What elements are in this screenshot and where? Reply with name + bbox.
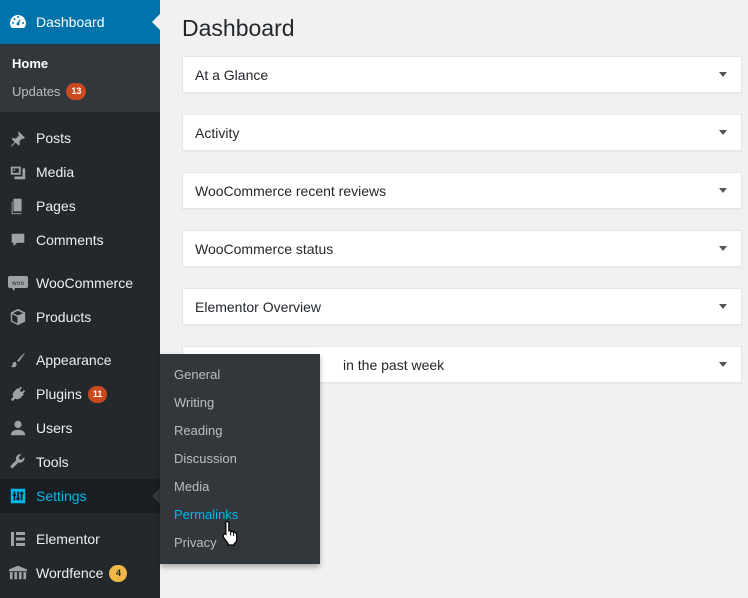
updates-count-badge: 13 xyxy=(66,82,87,100)
menu-pages-label: Pages xyxy=(36,198,76,214)
menu-woocommerce[interactable]: woo WooCommerce xyxy=(0,266,160,300)
menu-appearance-label: Appearance xyxy=(36,352,112,368)
widget-title: WooCommerce recent reviews xyxy=(195,182,387,199)
flyout-item-privacy[interactable]: Privacy xyxy=(160,528,320,556)
menu-posts-label: Posts xyxy=(36,130,72,146)
comment-bubble-icon xyxy=(0,231,36,249)
toggle-arrow-icon[interactable] xyxy=(719,246,727,251)
flyout-item-media[interactable]: Media xyxy=(160,472,320,500)
submenu-updates[interactable]: Updates 13 xyxy=(0,77,160,105)
user-icon xyxy=(0,419,36,437)
menu-comments-label: Comments xyxy=(36,232,104,248)
dashboard-icon xyxy=(0,12,36,32)
menu-tools[interactable]: Tools xyxy=(0,445,160,479)
page-title: Dashboard xyxy=(182,15,295,41)
media-icon xyxy=(0,163,36,181)
submenu-home[interactable]: Home xyxy=(0,49,160,77)
menu-dashboard-label: Dashboard xyxy=(36,14,105,30)
menu-wordfence-label: Wordfence xyxy=(36,565,104,581)
wordfence-icon xyxy=(0,565,36,581)
menu-woocommerce-label: WooCommerce xyxy=(36,275,133,291)
toggle-arrow-icon[interactable] xyxy=(719,362,727,367)
widget-elementor-overview[interactable]: Elementor Overview xyxy=(182,288,742,325)
menu-plugins[interactable]: Plugins 11 xyxy=(0,377,160,411)
toggle-arrow-icon[interactable] xyxy=(719,130,727,135)
widget-title: Elementor Overview xyxy=(195,298,322,315)
svg-text:woo: woo xyxy=(12,280,25,287)
plug-icon xyxy=(0,385,36,403)
menu-users[interactable]: Users xyxy=(0,411,160,445)
menu-elementor[interactable]: Elementor xyxy=(0,522,160,556)
hand-pointer-cursor-icon xyxy=(222,520,238,546)
elementor-icon xyxy=(0,531,36,547)
pages-icon xyxy=(0,197,36,215)
widget-title: At a Glance xyxy=(195,66,269,83)
menu-plugins-label: Plugins xyxy=(36,386,82,402)
flyout-item-general[interactable]: General xyxy=(160,360,320,388)
widget-title: in the past week xyxy=(343,356,445,373)
menu-wordfence[interactable]: Wordfence 4 xyxy=(0,556,160,590)
wordfence-count-badge: 4 xyxy=(109,564,128,582)
widget-title: WooCommerce status xyxy=(195,240,334,257)
toggle-arrow-icon[interactable] xyxy=(719,304,727,309)
menu-appearance[interactable]: Appearance xyxy=(0,343,160,377)
box-icon xyxy=(0,308,36,326)
flyout-item-permalinks[interactable]: Permalinks xyxy=(160,500,320,528)
menu-media-label: Media xyxy=(36,164,75,180)
menu-media[interactable]: Media xyxy=(0,155,160,189)
menu-tools-label: Tools xyxy=(36,454,69,470)
widget-activity[interactable]: Activity xyxy=(182,114,742,151)
woocommerce-icon: woo xyxy=(0,275,36,291)
menu-pages[interactable]: Pages xyxy=(0,189,160,223)
menu-settings[interactable]: Settings xyxy=(0,479,160,513)
widget-at-a-glance[interactable]: At a Glance xyxy=(182,56,742,93)
submenu-updates-label: Updates xyxy=(12,83,61,99)
wrench-icon xyxy=(0,453,36,471)
paintbrush-icon xyxy=(0,351,36,369)
widget-title: Activity xyxy=(195,124,240,141)
menu-products[interactable]: Products xyxy=(0,300,160,334)
settings-sliders-icon xyxy=(0,487,36,505)
menu-elementor-label: Elementor xyxy=(36,531,100,547)
widget-woocommerce-status[interactable]: WooCommerce status xyxy=(182,230,742,267)
plugins-count-badge: 11 xyxy=(87,385,108,403)
pushpin-icon xyxy=(0,129,36,147)
admin-sidebar: Dashboard Home Updates 13 Posts Media Pag… xyxy=(0,0,160,598)
menu-products-label: Products xyxy=(36,309,92,325)
menu-users-label: Users xyxy=(36,420,73,436)
menu-dashboard[interactable]: Dashboard xyxy=(0,0,160,44)
flyout-item-discussion[interactable]: Discussion xyxy=(160,444,320,472)
toggle-arrow-icon[interactable] xyxy=(719,72,727,77)
flyout-item-reading[interactable]: Reading xyxy=(160,416,320,444)
menu-posts[interactable]: Posts xyxy=(0,121,160,155)
menu-settings-label: Settings xyxy=(36,488,87,504)
dashboard-submenu: Home Updates 13 xyxy=(0,44,160,112)
flyout-item-writing[interactable]: Writing xyxy=(160,388,320,416)
menu-comments[interactable]: Comments xyxy=(0,223,160,257)
submenu-home-label: Home xyxy=(12,55,49,71)
toggle-arrow-icon[interactable] xyxy=(719,188,727,193)
settings-flyout-menu: General Writing Reading Discussion Media… xyxy=(160,354,320,564)
widget-woocommerce-recent-reviews[interactable]: WooCommerce recent reviews xyxy=(182,172,742,209)
